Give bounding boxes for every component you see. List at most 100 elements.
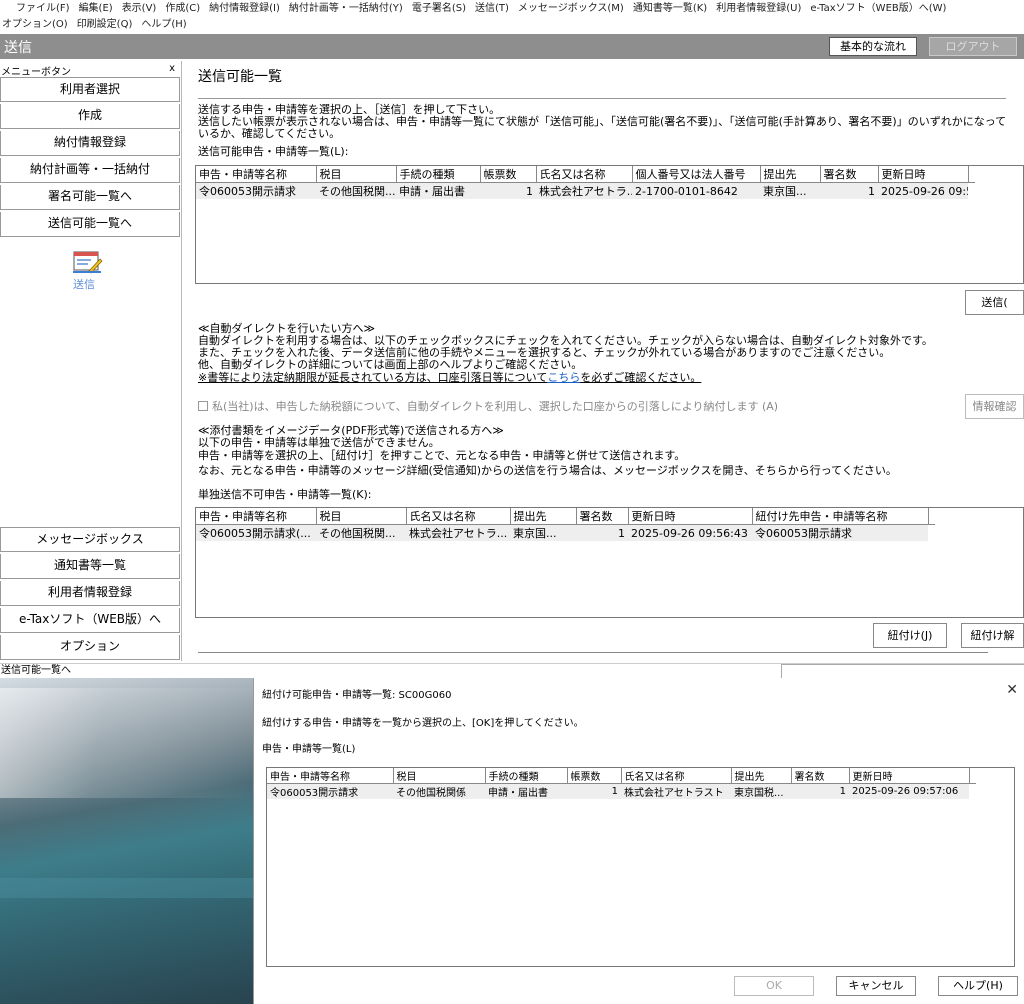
sidebar-button[interactable]: 利用者情報登録: [0, 581, 180, 606]
menu-item[interactable]: 作成(C): [165, 1, 200, 16]
deadline-notice-text: ※書等により法定納期限が延長されている方は、口座引落日等について: [198, 371, 548, 384]
send-button[interactable]: 送信(: [965, 290, 1024, 315]
info-confirm-button[interactable]: 情報確認: [965, 394, 1024, 419]
column-header[interactable]: 提出先: [760, 166, 821, 183]
link-button[interactable]: 紐付け(J): [873, 623, 947, 648]
menu-item[interactable]: 納付計画等・一括納付(Y): [289, 1, 403, 16]
table-cell: 2025-09-26 09:57:06: [849, 783, 969, 799]
column-header[interactable]: 提出先: [731, 768, 792, 784]
desktop-background: [0, 678, 253, 1004]
column-header[interactable]: 氏名又は名称: [621, 768, 732, 784]
column-header[interactable]: 帳票数: [480, 166, 537, 183]
single-list-grid[interactable]: 申告・申請等名称 税目 氏名又は名称 提出先 署名数 更新日時 紐付け先申告・申請等名称 令…: [195, 507, 1024, 618]
main-panel: 送信可能一覧 送信する申告・申請等を選択の上、［送信］を押して下さい。 送信した…: [183, 61, 1024, 661]
column-header[interactable]: 氏名又は名称: [406, 508, 511, 525]
menu-item[interactable]: メッセージボックス(M): [518, 1, 624, 16]
table-cell: その他国税関係: [393, 783, 485, 799]
sidebar-header: メニューボタン x: [1, 63, 179, 78]
column-header[interactable]: 紐付け先申告・申請等名称: [752, 508, 929, 525]
help-button[interactable]: ヘルプ(H): [938, 976, 1018, 996]
column-header-filler: [969, 768, 976, 784]
attach-line-2: 申告・申請等を選択の上、［紐付け］を押すことで、元となる申告・申請等と併せて送信…: [198, 449, 686, 462]
table-cell: 令060053開示請求: [267, 783, 393, 799]
column-header[interactable]: 個人番号又は法人番号: [632, 166, 761, 183]
menu-item[interactable]: 表示(V): [122, 1, 157, 16]
table-row[interactable]: 令060053開示請求(... その他国税関... 株式会社アセトラ... 東京国..…: [196, 524, 935, 541]
column-header-filler: [968, 166, 975, 183]
app-titlebar: 送信 基本的な流れ ログアウト: [0, 34, 1024, 59]
table-cell: 令060053開示請求: [752, 524, 928, 541]
sidebar-button[interactable]: 作成: [0, 104, 180, 129]
sidebar-button[interactable]: 利用者選択: [0, 77, 180, 102]
column-header[interactable]: 帳票数: [567, 768, 622, 784]
menu-item[interactable]: 納付情報登録(I): [209, 1, 280, 16]
column-header[interactable]: 申告・申請等名称: [196, 166, 317, 183]
table-cell: 株式会社アセトラスト: [621, 783, 731, 799]
menu-item[interactable]: 編集(E): [79, 1, 113, 16]
column-header[interactable]: 署名数: [791, 768, 850, 784]
send-icon-label[interactable]: 送信: [73, 276, 95, 292]
column-header[interactable]: 更新日時: [878, 166, 969, 183]
sidebar-button[interactable]: 送信可能一覧へ: [0, 212, 180, 237]
table-row[interactable]: 令060053開示請求 その他国税関係 申請・届出書 1 株式会社アセトラスト 東京国税.…: [267, 783, 976, 799]
menu-item[interactable]: ファイル(F): [16, 1, 70, 16]
auto-direct-checkbox[interactable]: [198, 401, 208, 411]
sidebar-button[interactable]: 通知書等一覧: [0, 554, 180, 579]
close-icon[interactable]: ✕: [1006, 682, 1018, 698]
column-header[interactable]: 申告・申請等名称: [267, 768, 394, 784]
sidebar-close-icon[interactable]: x: [169, 63, 175, 74]
here-link[interactable]: こちら: [547, 371, 580, 384]
table-cell: 令060053開示請求(...: [196, 524, 316, 541]
background-ice: [0, 688, 253, 798]
attach-line-3: なお、元となる申告・申請等のメッセージ詳細(受信通知)からの送信を行う場合は、メ…: [198, 464, 897, 477]
column-header[interactable]: 署名数: [820, 166, 879, 183]
sidebar-button[interactable]: 納付計画等・一括納付: [0, 158, 180, 183]
menubar-row-2: オプション(O) 印刷設定(Q) ヘルプ(H): [2, 17, 196, 32]
column-header[interactable]: 更新日時: [849, 768, 970, 784]
table-row[interactable]: 令060053開示請求 その他国税関... 申請・届出書 1 株式会社アセトラ... 2-…: [196, 182, 975, 199]
table-cell: 1: [576, 524, 628, 541]
auto-direct-checkbox-row[interactable]: 私(当社)は、申告した納税額について、自動ダイレクトを利用し、選択した口座からの…: [198, 398, 778, 414]
column-header[interactable]: 手続の種類: [485, 768, 568, 784]
column-header[interactable]: 署名数: [576, 508, 629, 525]
dialog-list-grid[interactable]: 申告・申請等名称 税目 手続の種類 帳票数 氏名又は名称 提出先 署名数 更新日時 令0600…: [266, 767, 1015, 967]
menu-item[interactable]: 送信(T): [475, 1, 509, 16]
table-cell: 1: [480, 182, 536, 199]
sidebar-button[interactable]: メッセージボックス: [0, 527, 180, 552]
dialog-instruction: 紐付けする申告・申請等を一覧から選択の上、[OK]を押してください。: [262, 718, 584, 729]
auto-direct-checkbox-label: 私(当社)は、申告した納税額について、自動ダイレクトを利用し、選択した口座からの…: [212, 400, 779, 413]
column-header-filler: [928, 508, 935, 525]
sidebar-button[interactable]: 納付情報登録: [0, 131, 180, 156]
auto-direct-line-3: 他、自動ダイレクトの詳細については画面上部のヘルプよりご確認ください。: [198, 358, 583, 371]
dialog-title: 紐付け可能申告・申請等一覧: SC00G060: [262, 690, 452, 701]
send-icon[interactable]: [71, 249, 103, 275]
cancel-button[interactable]: キャンセル: [836, 976, 916, 996]
menu-item[interactable]: オプション(O): [2, 17, 68, 32]
sidebar-button[interactable]: 署名可能一覧へ: [0, 185, 180, 210]
menu-item[interactable]: 電子署名(S): [412, 1, 466, 16]
column-header[interactable]: 氏名又は名称: [536, 166, 633, 183]
column-header[interactable]: 手続の種類: [396, 166, 481, 183]
column-header[interactable]: 提出先: [510, 508, 577, 525]
table-cell: 株式会社アセトラ...: [406, 524, 510, 541]
column-header[interactable]: 税目: [316, 166, 397, 183]
sidebar-button[interactable]: オプション: [0, 635, 180, 660]
sidebar-button[interactable]: e-Taxソフト（WEB版）へ: [0, 608, 180, 633]
menu-item[interactable]: 印刷設定(Q): [77, 17, 133, 32]
column-header[interactable]: 税目: [316, 508, 407, 525]
unlink-button[interactable]: 紐付け解: [961, 623, 1024, 648]
send-list-grid[interactable]: 申告・申請等名称 税目 手続の種類 帳票数 氏名又は名称 個人番号又は法人番号 提出先 署名数…: [195, 165, 1024, 284]
column-header[interactable]: 税目: [393, 768, 486, 784]
menu-item[interactable]: 通知書等一覧(K): [633, 1, 707, 16]
basic-flow-button[interactable]: 基本的な流れ: [829, 37, 917, 56]
logout-button[interactable]: ログアウト: [929, 37, 1017, 56]
menu-sidebar: メニューボタン x 利用者選択 作成 納付情報登録 納付計画等・一括納付 署名可能一覧へ…: [0, 61, 182, 661]
menu-item[interactable]: 利用者情報登録(U): [716, 1, 801, 16]
ok-button[interactable]: OK: [734, 976, 814, 996]
table-cell: 東京国税...: [731, 783, 791, 799]
column-header[interactable]: 更新日時: [628, 508, 753, 525]
column-header[interactable]: 申告・申請等名称: [196, 508, 317, 525]
menu-item[interactable]: ヘルプ(H): [141, 17, 186, 32]
table-cell: 2025-09-26 09:57: [878, 182, 968, 199]
menu-item[interactable]: e-Taxソフト（WEB版）へ(W): [810, 1, 946, 16]
